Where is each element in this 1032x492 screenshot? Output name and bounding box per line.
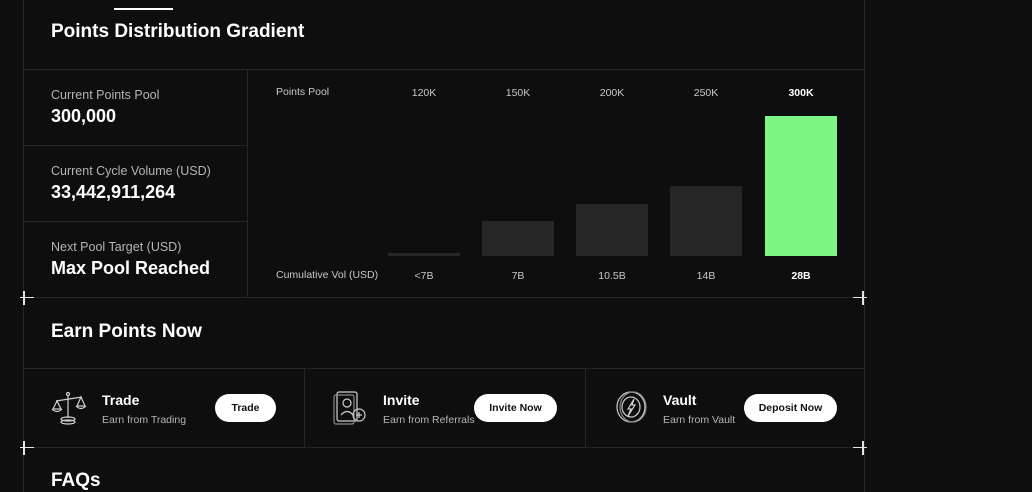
bar-28B: [765, 116, 837, 256]
divider: [585, 369, 586, 448]
bar-10.5B: [576, 204, 648, 256]
corner-bracket: [853, 291, 867, 305]
stat-current-cycle-volume: Current Cycle Volume (USD) 33,442,911,26…: [51, 164, 211, 203]
divider: [23, 145, 247, 146]
earn-points-title: Earn Points Now: [51, 321, 202, 342]
points-gradient-chart: 120K <7B 150K 7B 200K 10.5B 250K 14B 300K 28B: [388, 87, 837, 282]
stat-label: Next Pool Target (USD): [51, 240, 182, 254]
pool-tick-label: 300K: [788, 87, 814, 99]
trade-button[interactable]: Trade: [215, 394, 276, 422]
divider: [304, 369, 305, 448]
stat-value: 33,442,911,264: [51, 182, 176, 202]
active-tab-indicator: [114, 8, 173, 10]
points-distribution-title: Points Distribution Gradient: [51, 21, 305, 42]
volume-tick-label: 28B: [791, 270, 811, 282]
earn-card-subtitle: Earn from Vault: [663, 414, 736, 426]
volume-tick-label: 10.5B: [598, 270, 625, 282]
earn-card-title: Vault: [663, 392, 697, 408]
bar-7B: [482, 221, 554, 256]
vault-coin-icon: [616, 391, 647, 423]
stat-current-points-pool: Current Points Pool 300,000: [51, 88, 159, 127]
corner-bracket: [20, 291, 34, 305]
pool-tick-label: 250K: [694, 87, 719, 99]
volume-tick-label: 14B: [697, 270, 716, 282]
stat-next-pool-target: Next Pool Target (USD) Max Pool Reached: [51, 240, 210, 279]
earn-card-title: Invite: [383, 392, 420, 408]
referral-card-icon: [333, 391, 366, 425]
deposit-now-button[interactable]: Deposit Now: [744, 394, 837, 422]
earn-card-trade: Trade Earn from Trading Trade: [51, 369, 291, 448]
invite-now-button[interactable]: Invite Now: [474, 394, 557, 422]
earn-card-vault: Vault Earn from Vault Deposit Now: [614, 369, 854, 448]
bar-<7B: [388, 253, 460, 256]
stat-value: 300,000: [51, 106, 117, 126]
divider: [23, 221, 247, 222]
scale-icon: [51, 391, 87, 425]
stat-label: Current Cycle Volume (USD): [51, 164, 211, 178]
volume-tick-label: <7B: [415, 270, 434, 282]
corner-bracket: [20, 441, 34, 455]
stat-value: Max Pool Reached: [51, 258, 211, 278]
corner-bracket: [853, 441, 867, 455]
stat-label: Current Points Pool: [51, 88, 160, 102]
earn-card-title: Trade: [102, 392, 140, 408]
pool-tick-label: 150K: [506, 87, 531, 99]
earn-card-invite: Invite Earn from Referrals Invite Now: [333, 369, 573, 448]
bar-14B: [670, 186, 742, 256]
pool-tick-label: 200K: [600, 87, 625, 99]
earn-card-subtitle: Earn from Trading: [102, 414, 187, 426]
volume-tick-label: 7B: [512, 270, 525, 282]
faqs-title: FAQs: [51, 470, 101, 491]
pool-tick-label: 120K: [412, 87, 437, 99]
earn-card-subtitle: Earn from Referrals: [383, 414, 475, 426]
